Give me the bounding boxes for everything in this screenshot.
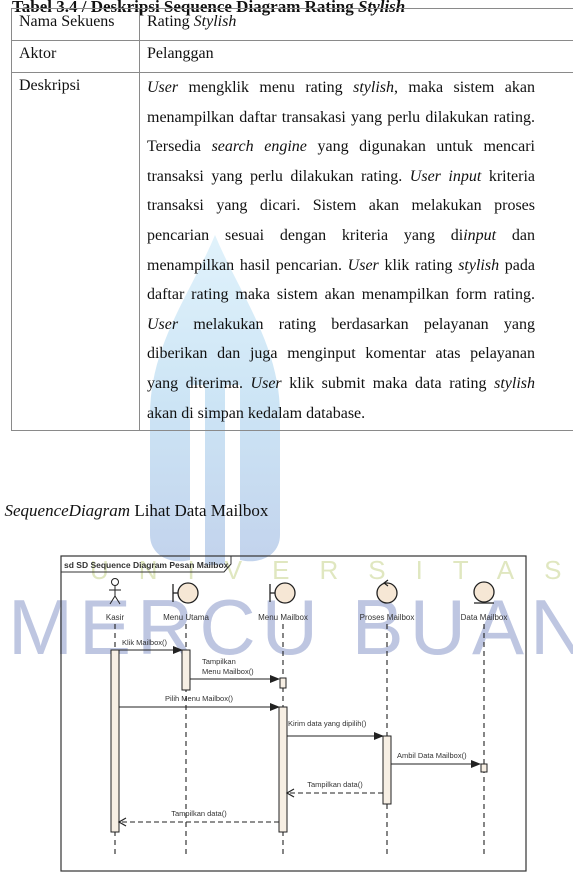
activation-bar <box>278 706 288 833</box>
message-label: Ambil Data Mailbox() <box>397 751 467 760</box>
description-segment: search engine <box>211 138 307 156</box>
description-segment: klik rating <box>378 256 459 274</box>
control-icon <box>376 582 398 604</box>
message-label: Tampilkan data() <box>171 809 227 818</box>
actor-icon <box>109 586 121 605</box>
row-key: Deskripsi <box>11 71 140 432</box>
lifeline-label: Proses Mailbox <box>360 613 415 622</box>
boundary-icon <box>177 582 199 604</box>
row-value: Rating Stylish <box>139 8 573 41</box>
row-key: Aktor <box>11 40 140 73</box>
description-table: Nama Sekuens Rating Stylish Aktor Pelang… <box>11 8 573 432</box>
actor-icon <box>111 578 119 586</box>
description-segment: input <box>463 226 497 244</box>
description-text: User mengklik menu rating stylish, maka … <box>147 73 535 428</box>
description-segment: User <box>250 374 282 392</box>
table-row: Nama Sekuens Rating Stylish <box>11 8 573 41</box>
activation-bar <box>181 649 191 691</box>
description-segment: User <box>147 79 179 96</box>
message-label: Pilih Menu Mailbox() <box>165 694 233 703</box>
description-segment: mengklik menu rating <box>178 79 354 96</box>
lifeline-label: Menu Utama <box>163 613 209 622</box>
activation-bar <box>279 677 287 689</box>
message-label: Klik Mailbox() <box>122 638 168 647</box>
description-segment: akan di simpan kedalam database. <box>147 404 366 422</box>
description-segment: User input <box>409 167 482 185</box>
frame-title: sd SD Sequence Diagram Pesan Mailbox <box>64 560 229 570</box>
description-segment: stylish <box>353 79 394 96</box>
message-label: Kirim data yang dipilih() <box>288 719 367 728</box>
section-heading: . SequenceDiagram Lihat Data Mailbox <box>0 501 269 520</box>
row-key: Nama Sekuens <box>11 8 140 41</box>
table-row: Deskripsi User mengklik menu rating styl… <box>11 71 573 432</box>
message-label: Menu Mailbox() <box>202 667 254 676</box>
lifeline-label: Menu Mailbox <box>258 613 308 622</box>
row-value: Pelanggan <box>139 40 573 73</box>
table-row: Aktor Pelanggan <box>11 40 573 73</box>
description-segment: klik submit maka data rating <box>281 374 495 392</box>
boundary-icon <box>274 582 296 604</box>
lifeline-label: Data Mailbox <box>461 613 508 622</box>
description-segment: User <box>347 256 379 274</box>
activation-bar <box>480 763 488 773</box>
row-value: User mengklik menu rating stylish, maka … <box>139 71 573 432</box>
activation-bar <box>382 735 392 805</box>
message-label: Tampilkan data() <box>307 780 363 789</box>
message-label: Tampilkan <box>202 657 236 666</box>
lifeline-label: Kasir <box>106 613 125 622</box>
description-segment: stylish <box>494 374 535 392</box>
entity-icon <box>473 581 495 603</box>
description-segment: User <box>147 315 179 333</box>
description-segment: stylish <box>458 256 500 274</box>
activation-bar <box>110 649 120 833</box>
diagram-frame <box>60 555 527 872</box>
